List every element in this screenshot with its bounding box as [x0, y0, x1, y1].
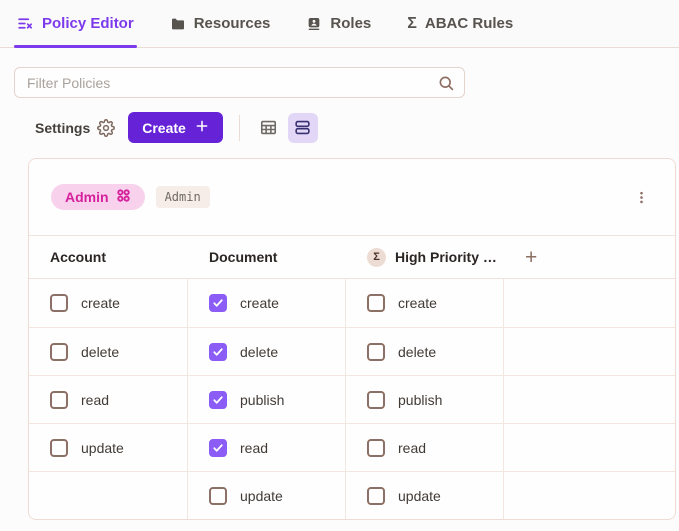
permission-cell: update: [188, 472, 346, 519]
checkbox-unchecked[interactable]: [50, 438, 68, 457]
permission-label: read: [398, 439, 427, 456]
column-header-high-priority: Σ High Priority …: [346, 247, 504, 267]
permission-label: update: [398, 487, 441, 504]
permission-cell: delete: [346, 328, 504, 375]
permission-label: create: [81, 295, 120, 311]
tab-abac-rules[interactable]: Σ ABAC Rules: [404, 0, 516, 47]
permission-label: delete: [398, 343, 437, 360]
policy-name-label: Admin: [65, 189, 109, 205]
permission-cell: create: [29, 279, 188, 327]
rows-view-button[interactable]: [287, 112, 318, 143]
policy-card: Admin Admin Account Document Σ High Prio…: [28, 158, 676, 520]
permission-cell: update: [346, 472, 504, 519]
permission-cell: [29, 472, 188, 519]
sigma-badge-icon: Σ: [367, 247, 386, 267]
permission-label: read: [81, 391, 110, 408]
add-column-button[interactable]: +: [504, 247, 537, 268]
settings-label: Settings: [35, 119, 91, 136]
search-icon: [437, 74, 455, 92]
toolbar: Settings Create: [14, 112, 665, 143]
create-button[interactable]: Create: [128, 112, 223, 143]
column-header-document: Document: [209, 249, 278, 265]
permission-cell: read: [346, 424, 504, 471]
tab-label: Policy Editor: [42, 15, 134, 32]
tab-label: Resources: [193, 15, 271, 32]
tab-label: Roles: [330, 15, 372, 32]
checkbox-checked[interactable]: [209, 438, 227, 457]
grid-view-button[interactable]: [254, 113, 284, 143]
id-card-icon: [306, 16, 322, 32]
checkbox-unchecked[interactable]: [367, 438, 385, 457]
permission-cell: update: [29, 424, 188, 471]
checkbox-unchecked[interactable]: [50, 294, 68, 312]
filter-policies-wrap: [14, 67, 465, 98]
permission-cell: read: [188, 424, 346, 471]
permission-label: create: [240, 295, 279, 311]
tab-resources[interactable]: Resources: [167, 0, 274, 47]
checkbox-unchecked[interactable]: [367, 294, 385, 312]
permission-label: update: [240, 487, 283, 504]
table-row: read publish publish: [29, 375, 675, 423]
permission-cell: delete: [29, 328, 188, 375]
empty-cell: [504, 376, 675, 423]
tab-policy-editor[interactable]: Policy Editor: [14, 0, 137, 48]
permission-label: read: [240, 439, 269, 456]
checkbox-unchecked[interactable]: [50, 390, 68, 409]
permissions-table: Account Document Σ High Priority … + cre…: [29, 235, 675, 519]
empty-cell: [504, 424, 675, 471]
permission-label: publish: [240, 391, 285, 408]
table-row: update read read: [29, 423, 675, 471]
create-button-label: Create: [142, 119, 186, 136]
policy-editor-icon: [17, 15, 34, 32]
column-header-account: Account: [50, 249, 106, 265]
checkbox-unchecked[interactable]: [209, 486, 227, 505]
permissions-table-header: Account Document Σ High Priority … +: [29, 235, 675, 279]
table-row: delete delete delete: [29, 327, 675, 375]
policy-table-body: create create create delete delete delete read…: [29, 279, 675, 519]
permission-cell: publish: [346, 376, 504, 423]
empty-cell: [504, 328, 675, 375]
checkbox-unchecked[interactable]: [367, 486, 385, 505]
kebab-menu-icon[interactable]: [630, 185, 653, 210]
tab-label: ABAC Rules: [424, 15, 514, 32]
filter-policies-input[interactable]: [14, 67, 465, 98]
permission-cell: create: [346, 279, 504, 327]
toolbar-divider: [238, 114, 240, 141]
checkbox-checked[interactable]: [209, 342, 227, 361]
permission-label: publish: [398, 391, 443, 408]
plus-icon: [195, 119, 209, 136]
empty-cell: [504, 472, 675, 519]
checkbox-checked[interactable]: [209, 390, 227, 409]
folder-icon: [170, 16, 186, 32]
checkbox-checked[interactable]: [209, 294, 227, 312]
main-tabbar: Policy Editor Resources Roles Σ ABAC Rul…: [0, 0, 679, 48]
permission-cell: publish: [188, 376, 346, 423]
policy-card-header: Admin Admin: [29, 159, 675, 235]
table-row: update update: [29, 471, 675, 519]
permission-cell: create: [188, 279, 346, 327]
column-header-add: +: [504, 247, 675, 268]
checkbox-unchecked[interactable]: [367, 342, 385, 361]
permission-cell: delete: [188, 328, 346, 375]
permission-cell: read: [29, 376, 188, 423]
permission-label: create: [398, 295, 437, 311]
component-rings-icon: [116, 188, 131, 206]
permission-label: update: [81, 439, 124, 456]
role-tag-badge: Admin: [155, 186, 210, 208]
checkbox-unchecked[interactable]: [367, 390, 385, 409]
gear-icon[interactable]: [97, 118, 116, 137]
checkbox-unchecked[interactable]: [50, 342, 68, 361]
sigma-icon: Σ: [407, 14, 417, 32]
permission-label: delete: [81, 343, 120, 360]
tab-roles[interactable]: Roles: [303, 0, 374, 47]
table-row: create create create: [29, 279, 675, 327]
permission-label: delete: [240, 343, 279, 360]
policy-name-pill[interactable]: Admin: [51, 184, 145, 210]
view-toggle: [254, 112, 318, 143]
empty-cell: [504, 279, 675, 327]
